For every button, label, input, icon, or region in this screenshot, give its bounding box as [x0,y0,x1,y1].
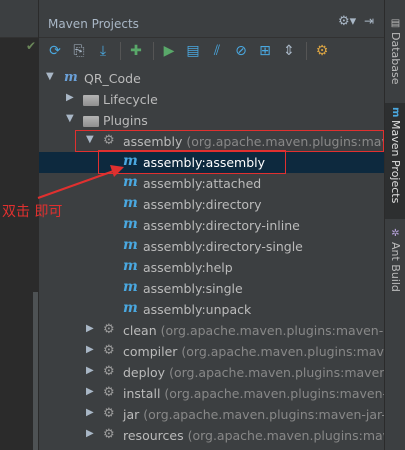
hide-panel-icon[interactable]: ⇥ [364,14,374,28]
tree-node-label: Lifecycle [103,92,158,107]
plugin-gear-icon: ⚙ [103,322,115,337]
chevron-right-icon[interactable]: ▶ [66,92,74,103]
execute-goal-icon[interactable]: ▤ [183,41,203,61]
tree-node-label: install (org.apache.maven.plugins:maven-… [123,386,405,401]
plugin-gear-icon: ⚙ [103,364,115,379]
toggle-offline-icon[interactable]: ⫽ [207,41,227,61]
download-icon[interactable]: ⤓ [93,41,113,61]
highlight-box-assembly-goal [98,150,286,174]
tree-node-lifecycle[interactable]: ▶ Lifecycle [39,89,385,110]
tree-node-plugin[interactable]: ▶ ⚙ compiler (org.apache.maven.plugins:m… [39,341,405,362]
maven-projects-panel: Maven Projects ⚙▾ ⇥ ⟳ ⎘ ⤓ ✚ ▶ ▤ ⫽ ⊘ ⊞ ⇕ … [38,0,405,450]
tree-node-label: assembly:directory [143,197,262,212]
toolbar-separator [153,42,154,60]
tab-label: Database [389,32,402,85]
maven-goal-icon: m [123,237,138,253]
plugin-gear-icon: ⚙ [103,343,115,358]
chevron-down-icon[interactable]: ▼ [66,113,74,124]
toolbar-separator [120,42,121,60]
tree-node-plugin[interactable]: ▶ ⚙ jar (org.apache.maven.plugins:maven-… [39,404,405,425]
plugin-gear-icon: ⚙ [103,406,115,421]
folder-icon [83,95,99,106]
tree-node-goal[interactable]: m assembly:single [39,278,385,299]
tree-node-label: jar (org.apache.maven.plugins:maven-jar-… [123,407,405,422]
database-icon: ▤ [390,18,401,29]
chevron-right-icon[interactable]: ▶ [86,344,94,355]
check-icon: ✔ [26,39,37,53]
tree-node-label: assembly:directory-single [143,239,303,254]
side-tool-bar: ▤ Database m Maven Projects ✲ Ant Build [384,0,405,450]
tree-node-label: compiler (org.apache.maven.plugins:maven… [123,344,405,359]
tree-node-root[interactable]: ▼ m QR_Code [39,68,385,89]
chevron-right-icon[interactable]: ▶ [86,428,94,439]
tab-label: Ant Build [389,242,402,292]
maven-goal-icon: m [123,216,138,232]
tree-node-label: assembly:single [143,281,243,296]
run-icon[interactable]: ▶ [159,41,179,61]
plugin-gear-icon: ⚙ [103,427,115,442]
maven-goal-icon: m [123,195,138,211]
editor-tab-strip [0,0,38,38]
chevron-down-icon[interactable]: ▼ [46,71,54,82]
show-dependencies-icon[interactable]: ⊞ [255,41,275,61]
settings-icon[interactable]: ⚙ [312,41,332,61]
editor-gutter: ✔ [0,0,39,450]
annotation-label: 双击 即可 [2,204,63,220]
refresh-icon[interactable]: ⟳ [45,41,65,61]
tree-node-goal[interactable]: m assembly:directory [39,194,385,215]
chevron-right-icon[interactable]: ▶ [86,365,94,376]
maven-goal-icon: m [123,279,138,295]
tree-node-plugins[interactable]: ▼ Plugins [39,110,385,131]
tab-label: Maven Projects [389,120,402,204]
tree-node-label: clean (org.apache.maven.plugins:maven-cl… [123,323,405,338]
skip-tests-icon[interactable]: ⊘ [231,41,251,61]
panel-title: Maven Projects [48,17,139,31]
toolbar-separator [306,42,307,60]
tree-node-label: assembly:directory-inline [143,218,300,233]
tree-node-label: assembly:unpack [143,302,252,317]
maven-goal-icon: m [123,174,138,190]
maven-goal-icon: m [123,300,138,316]
maven-goal-icon: m [123,258,138,274]
tab-maven-projects[interactable]: m Maven Projects [385,103,405,219]
toolbar: ⟳ ⎘ ⤓ ✚ ▶ ▤ ⫽ ⊘ ⊞ ⇕ ⚙ [39,38,385,64]
chevron-right-icon[interactable]: ▶ [86,323,94,334]
tree-node-goal[interactable]: m assembly:directory-inline [39,215,385,236]
chevron-right-icon[interactable]: ▶ [86,407,94,418]
ant-icon: ✲ [390,228,401,239]
tree-node-plugin[interactable]: ▶ ⚙ deploy (org.apache.maven.plugins:mav… [39,362,405,383]
tree-node-label: assembly:help [143,260,233,275]
folder-icon [83,116,99,127]
tab-ant-build[interactable]: ✲ Ant Build [385,224,405,300]
reimport-icon[interactable]: ⎘ [69,41,89,61]
add-icon[interactable]: ✚ [126,41,146,61]
tree-node-label: Plugins [103,113,148,128]
tree-node-goal[interactable]: m assembly:unpack [39,299,385,320]
tree-node-label: assembly:attached [143,176,262,191]
tree-node-goal[interactable]: m assembly:directory-single [39,236,385,257]
tree-node-label: resources (org.apache.maven.plugins:mave… [123,428,405,443]
highlight-box-assembly-plugin [75,130,384,152]
panel-header: Maven Projects ⚙▾ ⇥ [39,0,385,38]
chevron-right-icon[interactable]: ▶ [86,386,94,397]
tree-node-goal[interactable]: m assembly:help [39,257,385,278]
maven-icon: m [390,107,401,118]
tree-node-label: deploy (org.apache.maven.plugins:maven-d… [123,365,405,380]
gear-icon[interactable]: ⚙▾ [338,14,356,29]
tree-node-plugin[interactable]: ▶ ⚙ clean (org.apache.maven.plugins:mave… [39,320,405,341]
tab-database[interactable]: ▤ Database [385,14,405,100]
tree-node-plugin[interactable]: ▶ ⚙ resources (org.apache.maven.plugins:… [39,425,405,446]
tree-node-label: QR_Code [84,71,141,86]
plugin-gear-icon: ⚙ [103,385,115,400]
tree-node-goal[interactable]: m assembly:attached [39,173,385,194]
collapse-all-icon[interactable]: ⇕ [279,41,299,61]
tree-node-plugin[interactable]: ▶ ⚙ install (org.apache.maven.plugins:ma… [39,383,405,404]
maven-module-icon: m [64,70,78,85]
